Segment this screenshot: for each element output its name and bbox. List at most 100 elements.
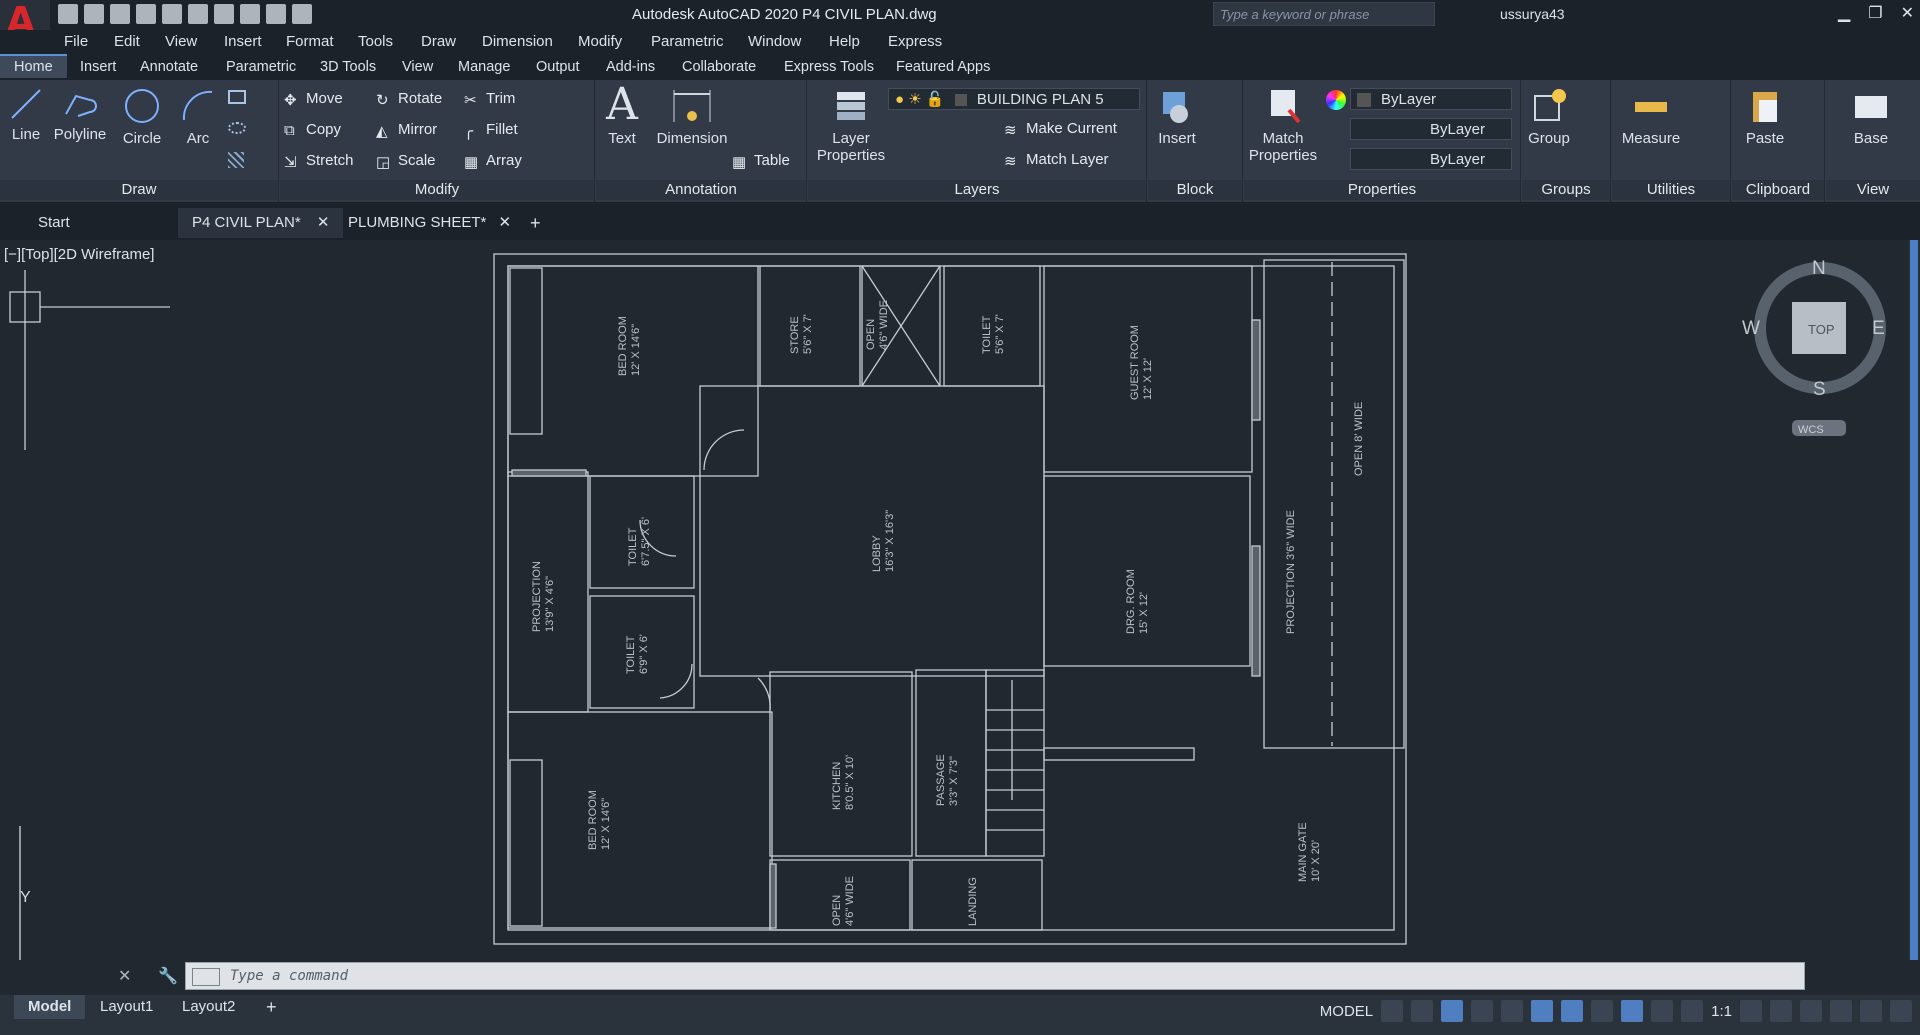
arc-button[interactable]: Arc <box>176 86 220 147</box>
undo-icon[interactable] <box>240 4 260 24</box>
menu-dimension[interactable]: Dimension <box>482 33 553 50</box>
ribbon-tab-output[interactable]: Output <box>536 59 580 75</box>
plot-icon[interactable] <box>214 4 234 24</box>
ribbon-tab-view[interactable]: View <box>402 59 433 75</box>
ribbon-tab-3d-tools[interactable]: 3D Tools <box>320 59 376 75</box>
add-layout-plus-icon[interactable]: + <box>252 995 291 1019</box>
annotation-visibility-icon[interactable] <box>1621 1000 1644 1022</box>
command-line[interactable]: Type a command <box>185 962 1805 990</box>
rotate-button[interactable]: ↻ Rotate <box>376 90 442 109</box>
copy-button[interactable]: ⧉ Copy <box>284 121 341 139</box>
lineweight-dropdown[interactable]: ByLayer <box>1350 118 1512 140</box>
line-button[interactable]: Line <box>6 86 46 143</box>
grid-icon[interactable] <box>1381 1000 1404 1022</box>
polyline-button[interactable]: Polyline <box>52 86 108 143</box>
menu-file[interactable]: File <box>64 33 88 50</box>
array-button[interactable]: ▦ Array <box>464 152 522 171</box>
menu-express[interactable]: Express <box>888 33 942 50</box>
base-button[interactable]: Base <box>1846 86 1896 147</box>
compass-s[interactable]: S <box>1813 379 1826 400</box>
linetype-dropdown[interactable]: ByLayer <box>1350 148 1512 170</box>
drawing-canvas[interactable]: [−][Top][2D Wireframe] BED ROOM 12' X 14… <box>0 240 1908 960</box>
hatch-icon[interactable] <box>228 152 244 168</box>
help-search-input[interactable]: Type a keyword or phrase <box>1213 2 1435 26</box>
menu-edit[interactable]: Edit <box>114 33 140 50</box>
measure-button[interactable]: Measure <box>1616 86 1686 147</box>
draw-panel-label[interactable]: Draw <box>0 180 278 200</box>
ortho-icon[interactable] <box>1441 1000 1464 1022</box>
compass-n[interactable]: N <box>1812 258 1826 279</box>
modify-panel-label[interactable]: Modify <box>280 180 594 200</box>
units-icon[interactable] <box>1800 1000 1822 1022</box>
close-tab-icon[interactable]: ✕ <box>499 214 512 231</box>
view-panel-label[interactable]: View <box>1826 180 1920 200</box>
circle-button[interactable]: Circle <box>116 86 168 147</box>
object-snap-tracking-icon[interactable] <box>1531 1000 1554 1022</box>
annotation-scale-icon[interactable] <box>1681 1000 1704 1022</box>
color-wheel-icon[interactable] <box>1326 90 1346 110</box>
customization-menu-icon[interactable] <box>1890 1000 1912 1022</box>
menu-window[interactable]: Window <box>748 33 801 50</box>
isolate-objects-icon[interactable] <box>1830 1000 1852 1022</box>
menu-parametric[interactable]: Parametric <box>651 33 724 50</box>
dimension-button[interactable]: Dimension <box>652 86 732 147</box>
table-button[interactable]: ▦ Table <box>732 152 790 171</box>
scale-button[interactable]: ◲ Scale <box>376 152 436 171</box>
redo-icon[interactable] <box>266 4 286 24</box>
model-tab[interactable]: Model <box>14 995 86 1019</box>
groups-panel-label[interactable]: Groups <box>1522 180 1610 200</box>
new-file-icon[interactable] <box>58 4 78 24</box>
properties-panel-label[interactable]: Properties <box>1244 180 1520 200</box>
minimize-icon[interactable]: ▁ <box>1838 3 1850 23</box>
menu-tools[interactable]: Tools <box>358 33 393 50</box>
ribbon-tab-express-tools[interactable]: Express Tools <box>784 59 874 75</box>
fillet-button[interactable]: ╭ Fillet <box>464 121 518 140</box>
compass-w[interactable]: W <box>1742 318 1760 339</box>
lineweight-icon[interactable] <box>1591 1000 1614 1022</box>
annotation-monitor-plus-icon[interactable] <box>1770 1000 1792 1022</box>
workspace-gear-icon[interactable] <box>1740 1000 1762 1022</box>
layers-panel-label[interactable]: Layers <box>808 180 1146 200</box>
menu-draw[interactable]: Draw <box>421 33 456 50</box>
auto-scale-icon[interactable] <box>1651 1000 1674 1022</box>
group-button[interactable]: Group <box>1526 86 1572 147</box>
open-web-icon[interactable] <box>162 4 182 24</box>
match-layer-button[interactable]: ≋ Match Layer <box>1004 151 1109 170</box>
compass-e[interactable]: E <box>1872 318 1885 339</box>
open-file-icon[interactable] <box>84 4 104 24</box>
rectangle-icon[interactable] <box>228 90 246 104</box>
close-tab-icon[interactable]: ✕ <box>317 214 330 231</box>
insert-block-button[interactable]: Insert <box>1152 86 1202 147</box>
layer-dropdown[interactable]: ● ☀ 🔓 BUILDING PLAN 5 <box>888 88 1140 110</box>
move-button[interactable]: ✥ Move <box>284 90 343 109</box>
wcs-menu[interactable]: WCS <box>1798 424 1824 436</box>
ribbon-tab-annotate[interactable]: Annotate <box>140 59 198 75</box>
menu-format[interactable]: Format <box>286 33 334 50</box>
ribbon-tab-featured-apps[interactable]: Featured Apps <box>896 59 990 75</box>
annotation-panel-label[interactable]: Annotation <box>596 180 806 200</box>
start-tab[interactable]: Start <box>24 208 202 238</box>
block-panel-label[interactable]: Block <box>1148 180 1242 200</box>
match-properties-button[interactable]: Match Properties <box>1248 86 1318 164</box>
ribbon-tab-home[interactable]: Home <box>0 54 67 78</box>
annotation-scale-value[interactable]: 1:1 <box>1711 1003 1732 1020</box>
new-tab-plus-icon[interactable]: + <box>516 208 555 238</box>
ribbon-tab-parametric[interactable]: Parametric <box>226 59 296 75</box>
save-icon[interactable] <box>110 4 130 24</box>
ribbon-tab-insert[interactable]: Insert <box>80 59 116 75</box>
scroll-thumb[interactable] <box>1910 240 1918 960</box>
save-as-icon[interactable] <box>136 4 156 24</box>
menu-view[interactable]: View <box>165 33 197 50</box>
ribbon-tab-add-ins[interactable]: Add-ins <box>606 59 655 75</box>
make-current-button[interactable]: ≋ Make Current <box>1004 120 1117 139</box>
menu-modify[interactable]: Modify <box>578 33 622 50</box>
command-close-icon[interactable]: ✕ <box>118 966 131 986</box>
ribbon-tab-manage[interactable]: Manage <box>458 59 510 75</box>
doc-tab-p4-civil-plan[interactable]: P4 CIVIL PLAN* ✕ <box>178 208 344 238</box>
command-input[interactable]: Type a command <box>230 968 348 984</box>
user-account[interactable]: ussurya43 <box>1500 6 1565 22</box>
model-space-toggle[interactable]: MODEL <box>1320 1003 1373 1020</box>
menu-insert[interactable]: Insert <box>224 33 262 50</box>
clipboard-panel-label[interactable]: Clipboard <box>1732 180 1824 200</box>
polar-icon[interactable] <box>1471 1000 1494 1022</box>
